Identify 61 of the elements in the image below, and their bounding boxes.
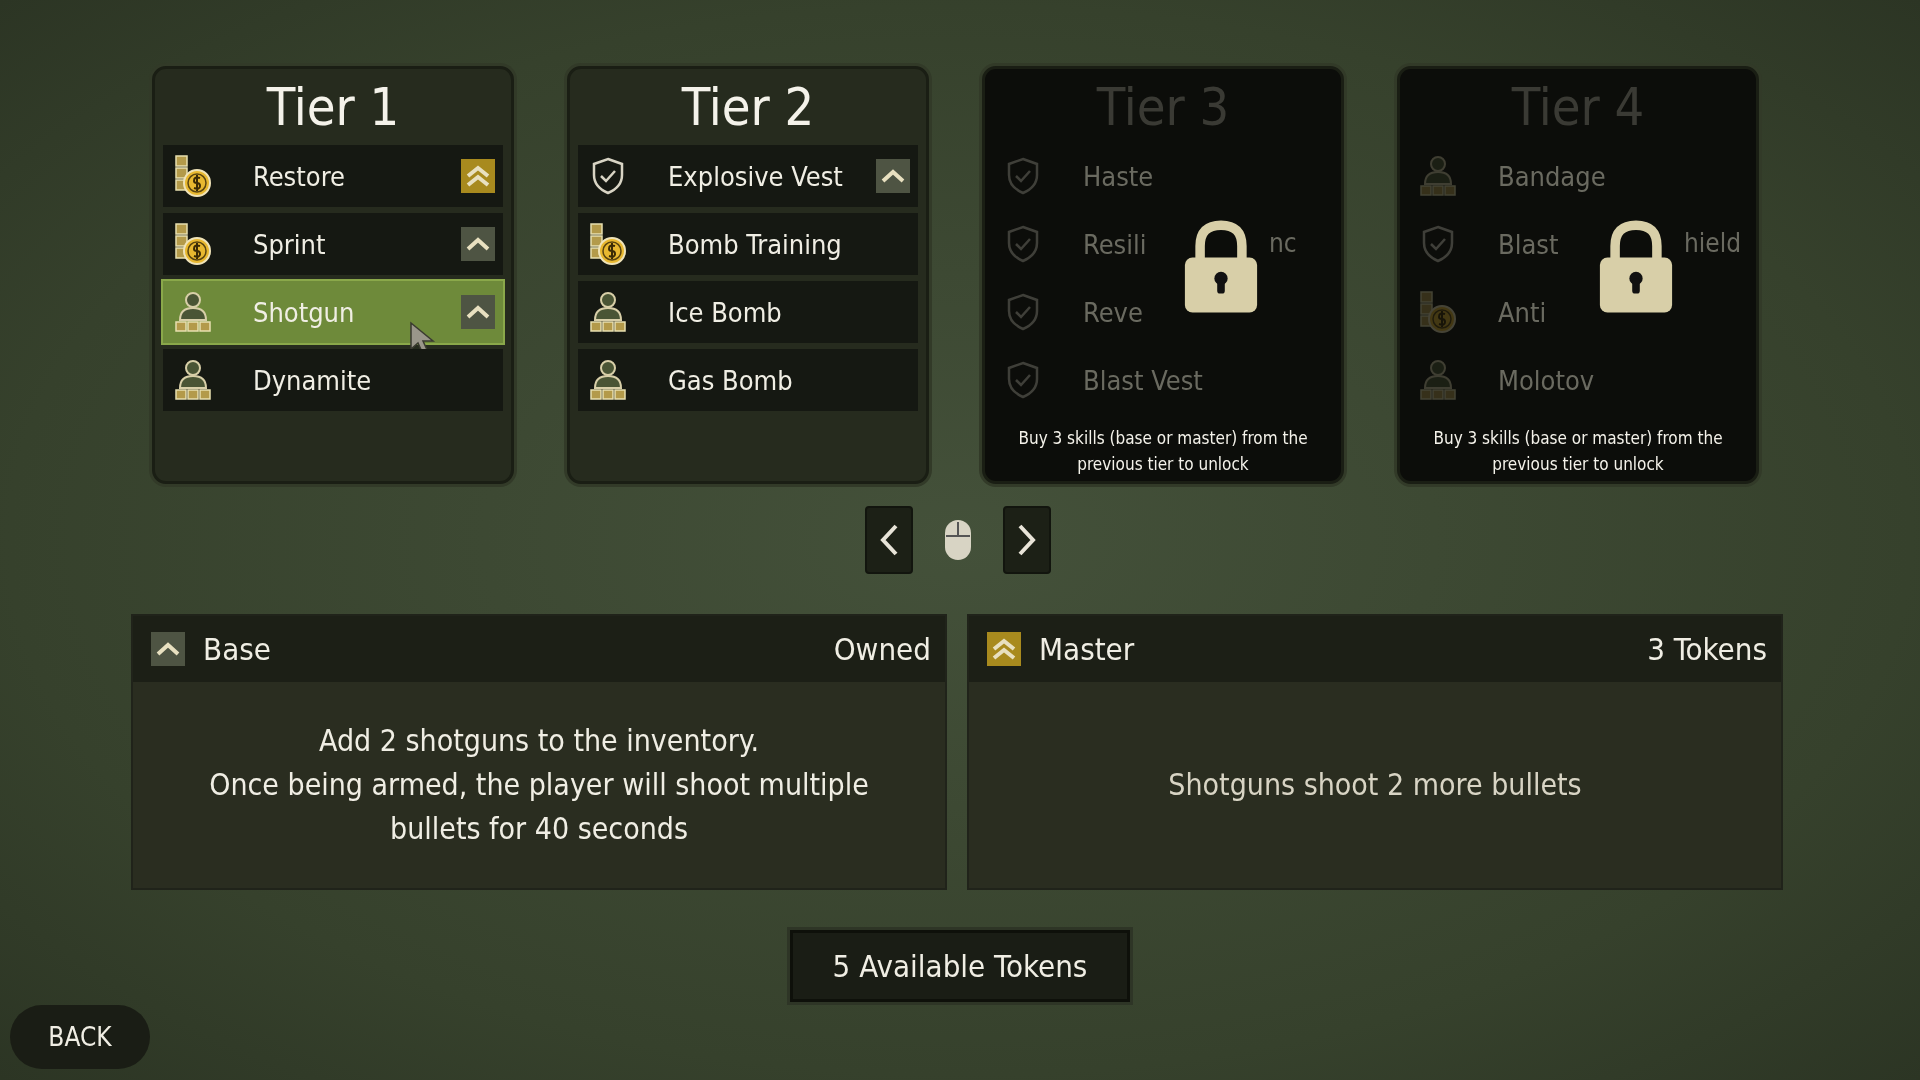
- person-icon: [1418, 153, 1458, 199]
- skill-name: Anti: [1498, 296, 1547, 328]
- skill-name: Reve: [1083, 296, 1143, 328]
- unlock-hint: Buy 3 skills (base or master) from the previous tier to unlock: [1432, 427, 1724, 476]
- tier-title: Tier 1: [265, 76, 401, 139]
- panel-status: 3 Tokens: [1647, 631, 1767, 667]
- chevron-right-icon: [1016, 523, 1038, 557]
- panel-title: Master: [1039, 631, 1136, 667]
- skill-name: Molotov: [1498, 364, 1595, 396]
- skill-name: Blast Vest: [1083, 364, 1203, 396]
- skill-name: Resili: [1083, 228, 1147, 260]
- chevron-icon: [151, 632, 185, 666]
- person-icon: [173, 289, 213, 335]
- skill-name: Ice Bomb: [668, 296, 782, 328]
- person-icon: [588, 357, 628, 403]
- coin-stack-icon: [173, 153, 213, 199]
- tier-title: Tier 2: [680, 76, 816, 139]
- skill-row[interactable]: Gas Bomb: [578, 349, 918, 411]
- skill-name: Dynamite: [253, 364, 372, 396]
- description: Shotguns shoot 2 more bullets: [1168, 766, 1582, 804]
- skill-row[interactable]: Dynamite: [163, 349, 503, 411]
- shield-check-icon: [1420, 224, 1456, 264]
- shield-check-icon: [1005, 156, 1041, 196]
- coin-stack-icon: [173, 221, 213, 267]
- skill-name: Shotgun: [253, 296, 355, 328]
- double-chevron-icon: [987, 632, 1021, 666]
- skill-name: Bandage: [1498, 160, 1606, 192]
- skill-row[interactable]: Explosive Vest: [578, 145, 918, 207]
- available-tokens-label: 5 Available Tokens: [790, 930, 1130, 1002]
- skill-name: Gas Bomb: [668, 364, 793, 396]
- skill-name: Haste: [1083, 160, 1154, 192]
- skill-row[interactable]: Restore: [163, 145, 503, 207]
- skill-name: Bomb Training: [668, 228, 842, 260]
- skill-row[interactable]: Ice Bomb: [578, 281, 918, 343]
- shield-check-icon: [590, 156, 626, 196]
- shield-check-icon: [1005, 360, 1041, 400]
- skill-name: nc: [1269, 228, 1297, 258]
- skill-name: Restore: [253, 160, 345, 192]
- padlock-icon: [1598, 219, 1674, 315]
- skill-row[interactable]: Bomb Training: [578, 213, 918, 275]
- coin-stack-icon: [588, 221, 628, 267]
- skill-row[interactable]: Sprint: [163, 213, 503, 275]
- person-icon: [1418, 357, 1458, 403]
- chevron-left-icon: [878, 523, 900, 557]
- coin-stack-icon: [1418, 289, 1458, 335]
- skill-name: Sprint: [253, 228, 326, 260]
- previous-button[interactable]: [865, 506, 913, 574]
- shield-check-icon: [1005, 224, 1041, 264]
- panel-status: Owned: [833, 631, 931, 667]
- padlock-icon: [1183, 219, 1259, 315]
- next-button[interactable]: [1003, 506, 1051, 574]
- back-button[interactable]: BACK: [10, 1005, 150, 1069]
- person-icon: [588, 289, 628, 335]
- shield-check-icon: [1005, 292, 1041, 332]
- skill-name: Explosive Vest: [668, 160, 843, 192]
- description: Add 2 shotguns to the inventory. Once being armed, the player will shoot multiple bullets for 40 seconds: [209, 722, 869, 848]
- skill-name: hield: [1684, 228, 1742, 258]
- skill-name: Blast: [1498, 228, 1559, 260]
- person-icon: [173, 357, 213, 403]
- panel-title: Base: [203, 631, 272, 667]
- unlock-hint: Buy 3 skills (base or master) from the previous tier to unlock: [1017, 427, 1309, 476]
